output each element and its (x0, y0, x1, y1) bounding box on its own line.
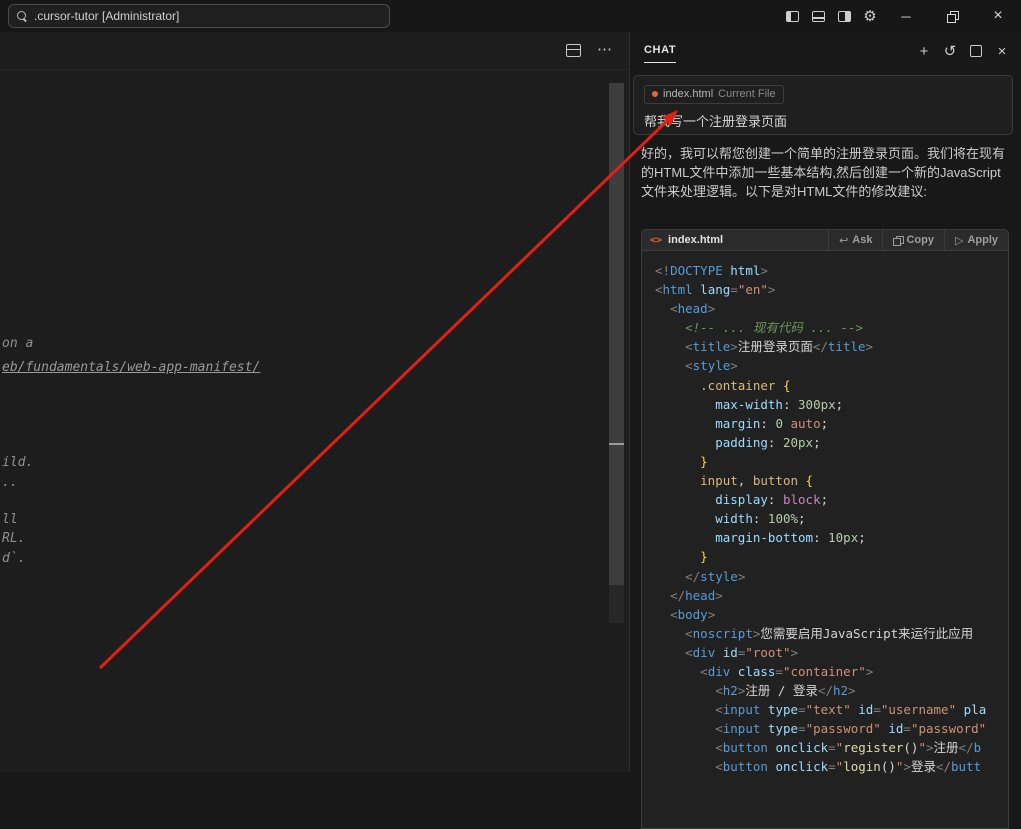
code-line: </style> (655, 567, 1008, 586)
new-chat-icon[interactable]: + (913, 40, 935, 62)
expand-frame-icon[interactable] (965, 40, 987, 62)
code-line: <html lang="en"> (655, 280, 1008, 299)
search-value: .cursor-tutor [Administrator] (34, 9, 179, 23)
code-line: max-width: 300px; (655, 395, 1008, 414)
copy-button[interactable]: Copy (882, 230, 944, 250)
chip-filename: index.html (663, 88, 713, 100)
code-line: display: block; (655, 490, 1008, 509)
code-line: <noscript>您需要启用JavaScript来运行此应用 (655, 624, 1008, 643)
toggle-sidebar-left-icon[interactable] (779, 0, 805, 32)
code-line: } (655, 452, 1008, 471)
code-line: <h2>注册 / 登录</h2> (655, 681, 1008, 700)
code-line: input, button { (655, 471, 1008, 490)
minimize-button[interactable]: ─ (883, 0, 929, 32)
editor-scrollbar-marker (609, 443, 624, 445)
editor-area: ⋯ on a eb/fundamentals/web-app-manifest/i… (0, 32, 629, 772)
code-line: <button onclick="login()">登录</butt (655, 757, 1008, 776)
fragment-text: on a (2, 336, 33, 351)
search-icon (17, 11, 27, 21)
editor-toolbar: ⋯ (0, 32, 629, 70)
fragment-text: ild. (2, 455, 33, 470)
tab-chat[interactable]: CHAT (644, 44, 676, 63)
settings-gear-icon[interactable]: ⚙ (857, 0, 883, 32)
user-message: 帮我写一个注册登录页面 (644, 111, 1002, 130)
chat-panel: CHAT + ↺ × index.html Current File 帮我写一个… (629, 32, 1021, 772)
code-line: <!-- ... 现有代码 ... --> (655, 318, 1008, 337)
close-panel-icon[interactable]: × (991, 40, 1013, 62)
code-line: margin-bottom: 10px; (655, 528, 1008, 547)
code-line: <title>注册登录页面</title> (655, 337, 1008, 356)
editor-scrollbar-thumb[interactable] (609, 83, 624, 585)
code-line: <style> (655, 356, 1008, 375)
code-line: margin: 0 auto; (655, 414, 1008, 433)
chip-label: Current File (718, 88, 775, 100)
close-button[interactable]: × (975, 0, 1021, 32)
chat-panel-header: CHAT + ↺ × (630, 32, 1021, 68)
code-filename: index.html (668, 234, 723, 246)
code-line: <head> (655, 299, 1008, 318)
code-line: <input type="text" id="username" pla (655, 700, 1008, 719)
assistant-message: 好的，我可以帮您创建一个简单的注册登录页面。我们将在现有的HTML文件中添加一些… (641, 144, 1013, 201)
toggle-panel-bottom-icon[interactable] (805, 0, 831, 32)
code-line: padding: 20px; (655, 433, 1008, 452)
context-file-chip[interactable]: index.html Current File (644, 85, 784, 104)
toggle-sidebar-right-icon[interactable] (831, 0, 857, 32)
fragment-text: d`. (2, 551, 25, 566)
code-block-header: <> index.html ↩ Ask Copy ▷ Apply (642, 230, 1008, 251)
history-icon[interactable]: ↺ (939, 40, 961, 62)
code-line: <body> (655, 605, 1008, 624)
fragment-text: ll (2, 512, 18, 527)
more-actions-icon[interactable]: ⋯ (597, 40, 613, 58)
code-line: <button onclick="register()">注册</b (655, 738, 1008, 757)
apply-icon: ▷ (955, 234, 963, 247)
code-file-icon: <> (650, 235, 662, 246)
title-bar: .cursor-tutor [Administrator] ⚙ ─ × (0, 0, 1021, 32)
code-line: width: 100%; (655, 509, 1008, 528)
fragment-text: .. (2, 475, 18, 490)
ask-button[interactable]: ↩ Ask (828, 230, 882, 250)
code-line: <!DOCTYPE html> (655, 261, 1008, 280)
ask-icon: ↩ (839, 234, 848, 247)
code-block: <> index.html ↩ Ask Copy ▷ Apply <!DOCTY… (641, 229, 1009, 829)
fragment-text: RL. (2, 531, 25, 546)
code-line: } (655, 547, 1008, 566)
code-line: <div id="root"> (655, 643, 1008, 662)
command-center-search[interactable]: .cursor-tutor [Administrator] (8, 4, 390, 28)
restore-button[interactable] (929, 0, 975, 32)
code-line: </head> (655, 586, 1008, 605)
copy-icon (893, 236, 902, 245)
file-dot-icon (652, 91, 658, 97)
code-content[interactable]: <!DOCTYPE html><html lang="en"> <head> <… (642, 251, 1008, 777)
code-line: .container { (655, 376, 1008, 395)
window-controls: ⚙ ─ × (779, 0, 1021, 32)
apply-button[interactable]: ▷ Apply (944, 230, 1008, 250)
chat-input-card[interactable]: index.html Current File 帮我写一个注册登录页面 (633, 75, 1013, 135)
code-line: <input type="password" id="password" (655, 719, 1008, 738)
code-line: <div class="container"> (655, 662, 1008, 681)
split-editor-icon[interactable] (566, 44, 581, 57)
fragment-link[interactable]: eb/fundamentals/web-app-manifest/ (2, 360, 260, 375)
editor-scrollbar[interactable] (609, 83, 624, 623)
